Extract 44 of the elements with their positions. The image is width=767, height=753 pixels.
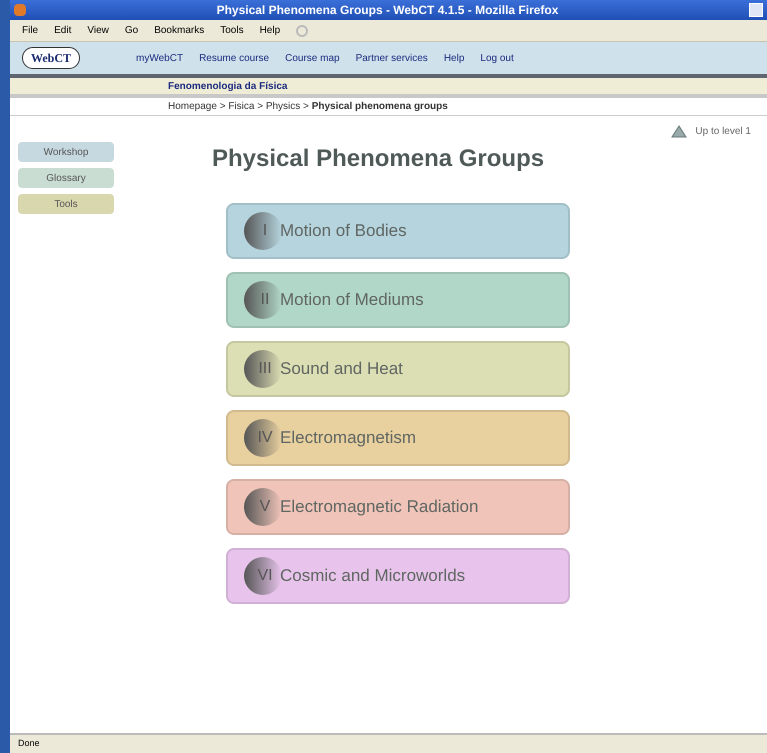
course-title: Fenomenologia da Física	[168, 80, 288, 94]
menu-item[interactable]: File	[22, 23, 38, 38]
app-icon	[14, 4, 26, 16]
group-label: Electromagnetic Radiation	[280, 496, 478, 518]
nav-link[interactable]: Help	[444, 50, 464, 66]
nav-link[interactable]: myWebCT	[136, 50, 184, 66]
sidebar-button[interactable]: Tools	[18, 194, 114, 214]
group-label: Cosmic and Microworlds	[280, 565, 466, 588]
menu-item[interactable]: Help	[260, 23, 280, 38]
numeral-badge: IV	[244, 419, 282, 457]
group-label: Electromagnetism	[280, 427, 416, 450]
group-button[interactable]: III Sound and Heat	[226, 341, 570, 397]
menu-item[interactable]: Bookmarks	[154, 23, 204, 38]
nav-link[interactable]: Log out	[480, 50, 514, 66]
window-title: Physical Phenomena Groups - WebCT 4.1.5 - Mozilla Firefox	[216, 2, 560, 19]
numeral-badge: I	[244, 212, 282, 250]
status-text: Done	[18, 737, 40, 750]
sidebar-button[interactable]: Glossary	[18, 168, 114, 188]
group-button[interactable]: IV Electromagnetism	[226, 410, 570, 466]
numeral-badge: VI	[244, 557, 282, 595]
group-button[interactable]: VI Cosmic and Microworlds	[226, 548, 570, 604]
group-label: Sound and Heat	[280, 358, 403, 380]
group-label: Motion of Mediums	[280, 289, 424, 312]
sidebar-button[interactable]: Workshop	[18, 142, 114, 162]
numeral-badge: II	[244, 281, 282, 319]
group-button[interactable]: II Motion of Mediums	[226, 272, 570, 328]
numeral-badge: III	[244, 350, 282, 388]
numeral-badge: V	[244, 488, 282, 526]
menu-item[interactable]: Tools	[220, 23, 244, 38]
group-button[interactable]: I Motion of Bodies	[226, 203, 570, 259]
nav-link[interactable]: Course map	[285, 50, 340, 66]
page-heading: Physical Phenomena Groups	[212, 144, 544, 174]
breadcrumb: Homepage > Fisica > Physics > Physical phenomena groups	[168, 100, 448, 114]
webct-logo[interactable]: WebCT	[22, 47, 80, 69]
nav-link[interactable]: Partner services	[356, 50, 428, 66]
up-link[interactable]: Up to level 1	[695, 124, 751, 139]
menu-item[interactable]: Go	[124, 23, 138, 38]
group-button[interactable]: V Electromagnetic Radiation	[226, 479, 570, 535]
menu-item[interactable]: View	[87, 23, 109, 38]
up-arrow-icon[interactable]	[671, 125, 688, 138]
menu-item[interactable]: Edit	[54, 23, 72, 38]
throbber-icon	[296, 24, 308, 36]
nav-link[interactable]: Resume course	[199, 50, 270, 66]
group-label: Motion of Bodies	[280, 220, 407, 242]
